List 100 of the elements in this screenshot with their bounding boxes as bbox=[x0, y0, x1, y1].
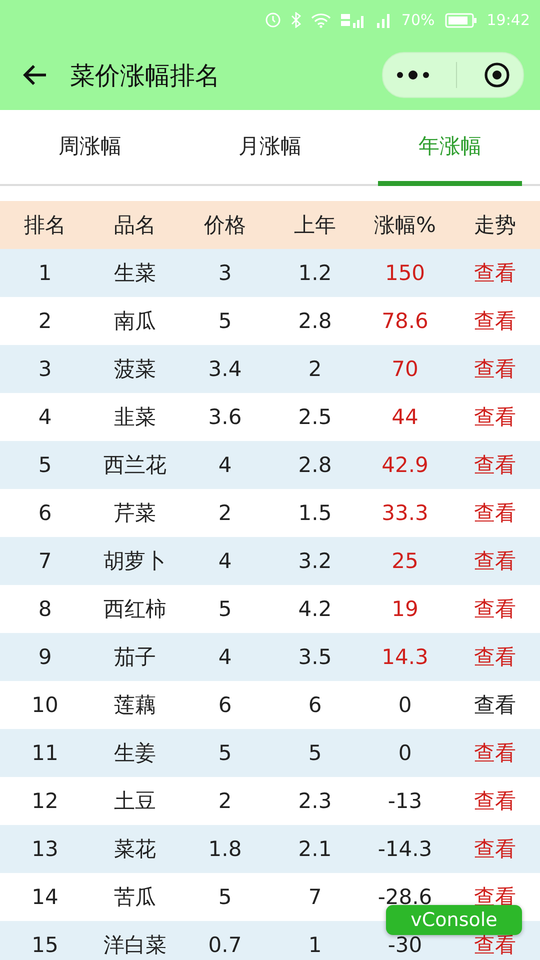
table-cell: 5 bbox=[218, 309, 232, 333]
more-icon[interactable] bbox=[396, 70, 430, 80]
table-cell: 8 bbox=[38, 597, 52, 621]
table-cell: 1 bbox=[38, 261, 52, 285]
table-cell: 2.8 bbox=[298, 453, 332, 477]
table-cell-text: 生菜 bbox=[114, 260, 156, 287]
table-cell: 2.5 bbox=[298, 405, 332, 429]
table-cell: 4 bbox=[218, 549, 232, 573]
table-cell: 12 bbox=[32, 789, 58, 813]
column-header: 走势 bbox=[474, 212, 516, 239]
table-cell: 2.3 bbox=[298, 789, 332, 813]
tab[interactable]: 年涨幅 bbox=[378, 110, 522, 186]
table-cell: 1.5 bbox=[298, 501, 332, 525]
table-cell: 42.9 bbox=[382, 453, 428, 477]
table-cell-text: 西红柿 bbox=[104, 596, 166, 623]
table-cell: 10 bbox=[32, 693, 58, 717]
table-cell: 3.5 bbox=[298, 645, 332, 669]
table-cell: 5 bbox=[218, 597, 232, 621]
table-cell: 5 bbox=[308, 741, 322, 765]
table-cell: 2 bbox=[218, 501, 232, 525]
table-cell: 4 bbox=[218, 645, 232, 669]
table-cell-text: 莲藕 bbox=[114, 692, 156, 719]
table-cell: 0 bbox=[398, 741, 412, 765]
table-cell: -13 bbox=[388, 789, 422, 813]
close-target-icon[interactable] bbox=[484, 62, 510, 88]
table-cell: 13 bbox=[32, 837, 58, 861]
table-cell: 7 bbox=[38, 549, 52, 573]
table-cell: 2 bbox=[218, 789, 232, 813]
table-cell-text: 菜花 bbox=[114, 836, 156, 863]
table-cell-text: 胡萝卜 bbox=[104, 548, 166, 575]
table-cell: 6 bbox=[38, 501, 52, 525]
table-cell: 5 bbox=[218, 741, 232, 765]
table-cell: 25 bbox=[392, 549, 418, 573]
table-cell-text: 芹菜 bbox=[114, 500, 156, 527]
table-cell: 7 bbox=[308, 885, 322, 909]
back-arrow-icon[interactable] bbox=[22, 64, 48, 86]
table-cell-text: 南瓜 bbox=[114, 308, 156, 335]
view-link[interactable]: 查看 bbox=[474, 355, 516, 383]
table-cell: 1.2 bbox=[298, 261, 332, 285]
table-cell: 19 bbox=[392, 597, 418, 621]
table-cell: 9 bbox=[38, 645, 52, 669]
table-cell: 2.1 bbox=[298, 837, 332, 861]
view-link[interactable]: 查看 bbox=[474, 403, 516, 431]
table-cell: 15 bbox=[32, 933, 58, 957]
table-cell-text: 韭菜 bbox=[114, 404, 156, 431]
tab[interactable]: 周涨幅 bbox=[18, 110, 162, 186]
tab[interactable]: 月涨幅 bbox=[198, 110, 342, 186]
signal-icon bbox=[377, 12, 392, 28]
table-cell: 4 bbox=[218, 453, 232, 477]
table-cell: 3.4 bbox=[208, 357, 242, 381]
bluetooth-icon bbox=[291, 12, 302, 28]
view-link[interactable]: 查看 bbox=[474, 595, 516, 623]
page-title: 菜价涨幅排名 bbox=[70, 60, 221, 92]
table-cell: 2 bbox=[38, 309, 52, 333]
table-cell: 44 bbox=[392, 405, 418, 429]
table-cell: 78.6 bbox=[382, 309, 428, 333]
table-cell: 3 bbox=[218, 261, 232, 285]
status-time: 19:42 bbox=[486, 11, 530, 29]
table-cell: 6 bbox=[218, 693, 232, 717]
table-cell: 11 bbox=[32, 741, 58, 765]
table-cell: 150 bbox=[384, 261, 426, 285]
table-cell-text: 苦瓜 bbox=[114, 884, 156, 911]
view-link[interactable]: 查看 bbox=[474, 451, 516, 479]
table-cell: -14.3 bbox=[378, 837, 432, 861]
alarm-icon bbox=[265, 12, 282, 28]
table-cell: 2.8 bbox=[298, 309, 332, 333]
table-cell: 0 bbox=[398, 693, 412, 717]
view-link[interactable]: 查看 bbox=[474, 547, 516, 575]
table-cell: 2 bbox=[308, 357, 322, 381]
table-cell: 5 bbox=[218, 885, 232, 909]
console-float-menu[interactable]: vConsole bbox=[386, 905, 522, 935]
table-cell-text: 西兰花 bbox=[104, 452, 166, 479]
table-cell: 1.8 bbox=[208, 837, 242, 861]
column-header: 品名 bbox=[114, 212, 156, 239]
view-link[interactable]: 查看 bbox=[474, 307, 516, 335]
table-cell-text: 茄子 bbox=[114, 644, 156, 671]
table-cell-text: 菠菜 bbox=[114, 356, 156, 383]
table-cell-text: 土豆 bbox=[114, 788, 156, 815]
view-link[interactable]: 查看 bbox=[474, 499, 516, 527]
table-cell: 4 bbox=[38, 405, 52, 429]
view-link[interactable]: 查看 bbox=[474, 787, 516, 815]
table-cell: 33.3 bbox=[382, 501, 428, 525]
table-cell: 70 bbox=[392, 357, 418, 381]
table-cell: 14.3 bbox=[382, 645, 428, 669]
table-cell-text: 洋白菜 bbox=[104, 932, 166, 959]
table-cell-text: 生姜 bbox=[114, 740, 156, 767]
table-cell: 14 bbox=[32, 885, 58, 909]
table-cell: 3 bbox=[38, 357, 52, 381]
view-link[interactable]: 查看 bbox=[474, 739, 516, 767]
column-header: 排名 bbox=[24, 212, 66, 239]
table-cell: 1 bbox=[308, 933, 322, 957]
table-cell: -30 bbox=[388, 933, 422, 957]
column-header: 上年 bbox=[294, 212, 336, 239]
column-header: 涨幅% bbox=[374, 212, 436, 239]
table-cell: 3.2 bbox=[298, 549, 332, 573]
battery-percent: 70% bbox=[401, 11, 435, 29]
view-link[interactable]: 查看 bbox=[474, 835, 516, 863]
view-link[interactable]: 查看 bbox=[474, 259, 516, 287]
view-link[interactable]: 查看 bbox=[474, 691, 516, 719]
view-link[interactable]: 查看 bbox=[474, 643, 516, 671]
